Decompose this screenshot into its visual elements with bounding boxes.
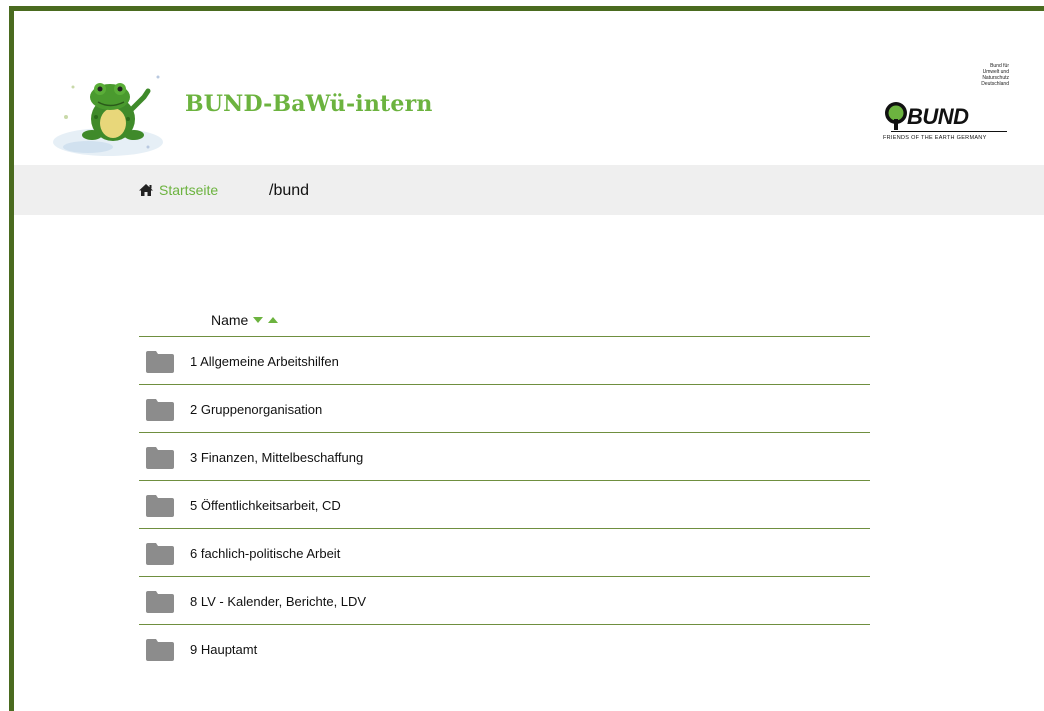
logo-wordmark: BUND xyxy=(907,104,969,129)
file-list-header: Name xyxy=(139,306,870,337)
file-list: Name 1 Allgemeine Arbeitshilfen 2 Gruppe… xyxy=(139,306,870,672)
folder-icon xyxy=(146,495,174,517)
folder-icon xyxy=(146,639,174,661)
logo-tagline: Bund für Umwelt und Naturschutz Deutschl… xyxy=(981,63,1009,87)
folder-icon xyxy=(146,543,174,565)
folder-icon xyxy=(146,591,174,613)
breadcrumb-home-link[interactable]: Startseite xyxy=(138,182,218,198)
tree-icon xyxy=(885,102,907,130)
folder-icon xyxy=(146,447,174,469)
sort-descending-icon[interactable] xyxy=(253,317,264,323)
folder-name[interactable]: 1 Allgemeine Arbeitshilfen xyxy=(190,354,339,369)
folder-name[interactable]: 8 LV - Kalender, Berichte, LDV xyxy=(190,594,366,609)
list-item[interactable]: 5 Öffentlichkeitsarbeit, CD xyxy=(139,481,870,529)
frog-logo-image xyxy=(53,75,163,156)
list-item[interactable]: 6 fachlich-politische Arbeit xyxy=(139,529,870,577)
list-item[interactable]: 2 Gruppenorganisation xyxy=(139,385,870,433)
list-item[interactable]: 8 LV - Kalender, Berichte, LDV xyxy=(139,577,870,625)
folder-name[interactable]: 5 Öffentlichkeitsarbeit, CD xyxy=(190,498,341,513)
column-header-name[interactable]: Name xyxy=(211,312,279,328)
breadcrumb-home-label: Startseite xyxy=(159,182,219,198)
bund-logo[interactable]: Bund für Umwelt und Naturschutz Deutschl… xyxy=(869,63,1009,163)
breadcrumb-current-path: /bund xyxy=(269,182,310,199)
site-header: BUND-BaWü-intern Bund für Umwelt und Nat… xyxy=(14,11,1044,165)
list-item[interactable]: 9 Hauptamt xyxy=(139,625,870,672)
column-header-label: Name xyxy=(211,312,249,328)
logo-divider xyxy=(891,131,1007,132)
folder-name[interactable]: 9 Hauptamt xyxy=(190,642,257,657)
site-title[interactable]: BUND-BaWü-intern xyxy=(185,91,433,117)
folder-name[interactable]: 2 Gruppenorganisation xyxy=(190,402,322,417)
breadcrumb: Startseite /bund xyxy=(14,165,1044,215)
folder-icon xyxy=(146,351,174,373)
list-item[interactable]: 1 Allgemeine Arbeitshilfen xyxy=(139,337,870,385)
home-icon xyxy=(139,184,153,196)
sort-ascending-icon[interactable] xyxy=(268,317,279,323)
folder-name[interactable]: 3 Finanzen, Mittelbeschaffung xyxy=(190,450,363,465)
logo-subtitle: FRIENDS OF THE EARTH GERMANY xyxy=(883,135,987,141)
folder-icon xyxy=(146,399,174,421)
folder-name[interactable]: 6 fachlich-politische Arbeit xyxy=(190,546,340,561)
list-item[interactable]: 3 Finanzen, Mittelbeschaffung xyxy=(139,433,870,481)
